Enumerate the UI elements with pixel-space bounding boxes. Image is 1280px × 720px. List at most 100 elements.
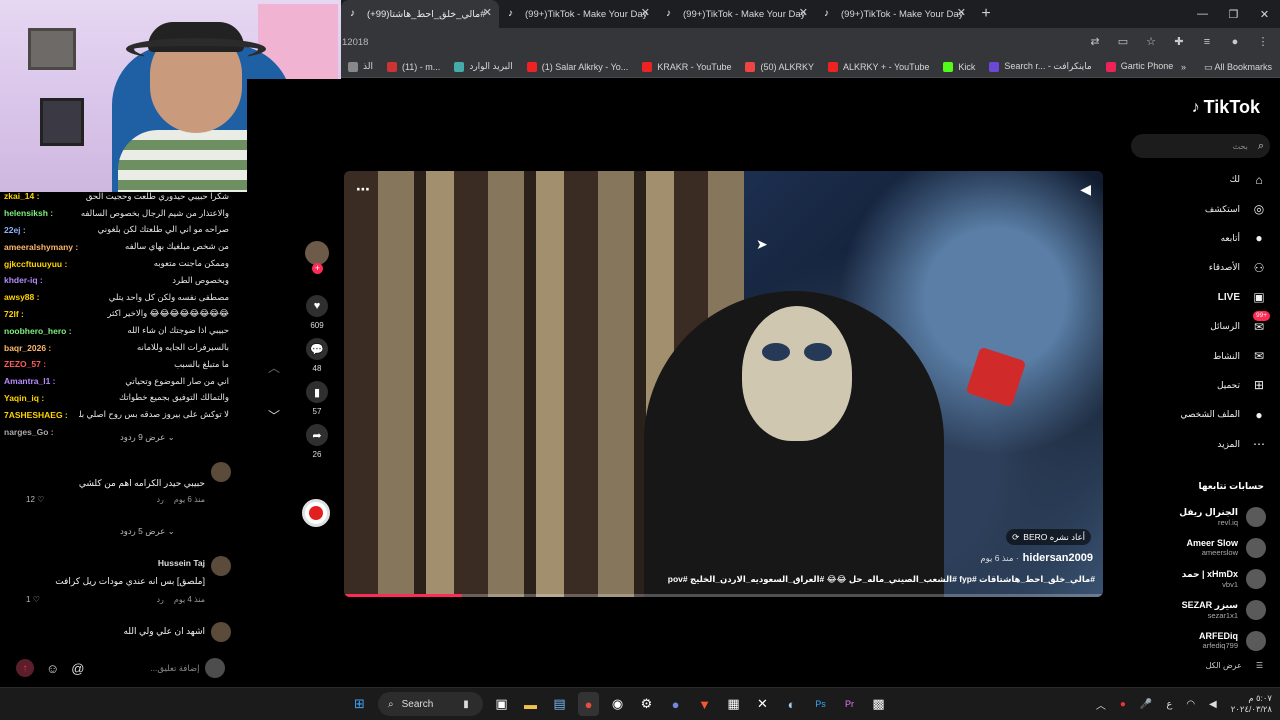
follow-plus-icon[interactable]: + (312, 263, 323, 274)
video-player[interactable]: ⋯ ◀ ⟳ BERO أعاد نشره hidersan2009 · منذ 6 … (344, 171, 1103, 597)
comment-likes[interactable]: 1 ♡ (26, 595, 40, 604)
bookmark-item[interactable]: الذ (341, 61, 380, 72)
more-icon[interactable]: ⋯ (356, 181, 370, 198)
view-replies-button[interactable]: عرض 5 ردود ⌄ (120, 526, 175, 537)
volume-icon[interactable]: ◀ (1209, 699, 1217, 710)
translate-icon[interactable]: ⇄ (1088, 35, 1102, 49)
minimize-icon[interactable]: — (1187, 0, 1218, 28)
bookmark-item[interactable]: Kick (936, 61, 982, 72)
video-author[interactable]: hidersan2009 · منذ 6 يوم (980, 552, 1093, 564)
chevron-down-icon[interactable]: ﹀ (267, 407, 281, 455)
following-item[interactable]: SEZAR سيزر sezar1x1 (1131, 594, 1266, 625)
media-icon[interactable]: ≡ (1200, 35, 1214, 49)
close-icon[interactable]: ✕ (641, 7, 650, 19)
volume-icon[interactable]: ◀ (1080, 181, 1091, 198)
capcut-icon[interactable]: ✕ (752, 692, 773, 716)
windows-start-icon[interactable]: ⊞ (349, 692, 370, 716)
search-icon[interactable]: ⌕ (1258, 140, 1264, 153)
reply-button[interactable]: رد (156, 495, 163, 504)
following-item[interactable]: الجنرال ريفل revl.iq (1131, 501, 1266, 532)
cast-icon[interactable]: ▭ (1116, 35, 1130, 49)
new-tab-button[interactable]: + (973, 0, 999, 28)
chevron-right-icon[interactable]: » (1181, 62, 1186, 72)
comment-likes[interactable]: 12 ♡ (26, 495, 44, 504)
brave-icon[interactable]: ▼ (694, 692, 715, 716)
sidebar-item-home[interactable]: لك ⌂ (1128, 165, 1268, 194)
comment-button[interactable]: 💬 48 (302, 338, 332, 373)
following-item[interactable]: ARFEDiq arfediq799 (1131, 625, 1266, 656)
language-indicator[interactable]: ع (1166, 699, 1172, 710)
app-icon[interactable]: ▩ (868, 692, 889, 716)
chevron-up-icon[interactable]: ︿ (267, 359, 281, 407)
emoji-icon[interactable]: ☺ (46, 661, 59, 676)
clock[interactable]: ٥:٠٧ م ٢٠٢٤/٠٣/٢٨ (1231, 693, 1272, 715)
close-window-icon[interactable]: ✕ (1249, 0, 1280, 28)
close-icon[interactable]: ✕ (483, 7, 492, 19)
maximize-icon[interactable]: ❐ (1218, 0, 1249, 28)
media-app-icon[interactable]: ▦ (723, 692, 744, 716)
repost-badge[interactable]: ⟳ BERO أعاد نشره (1006, 529, 1091, 545)
bookmark-item[interactable]: (50) ALKRKY (738, 61, 821, 72)
sidebar-item-upload[interactable]: تحميل ⊞ (1128, 371, 1268, 400)
sidebar-item-activity[interactable]: النشاط ✉ (1128, 341, 1268, 370)
tab-active[interactable]: ♪ مالي_خلق_احط_هاشتا(99+)# ✕ (341, 0, 499, 28)
menu-icon[interactable]: ⋮ (1256, 35, 1270, 49)
share-button[interactable]: ➦ 26 (302, 424, 332, 459)
taskbar-search[interactable]: ⌕ Search ▮ (378, 692, 483, 716)
microphone-icon[interactable]: 🎤 (1140, 699, 1152, 710)
url-text[interactable]: 12018 (342, 37, 368, 48)
file-explorer-icon[interactable]: ▬ (520, 692, 541, 716)
tab[interactable]: ♪ (99+)TikTok - Make Your Day ✕ (499, 0, 657, 28)
reply-button[interactable]: رد (156, 595, 163, 604)
tab[interactable]: ♪ (99+)TikTok - Make Your Day ✕ (815, 0, 973, 28)
sidebar-item-messages[interactable]: الرسائل ✉ 99+ (1128, 310, 1271, 341)
sidebar-item-more[interactable]: المزيد ⋯ (1128, 430, 1268, 459)
all-bookmarks[interactable]: ▭ All Bookmarks (1204, 62, 1272, 73)
store-icon[interactable]: ▤ (549, 692, 570, 716)
bookmark-item[interactable]: (11) - m... (380, 61, 447, 72)
see-all-button[interactable]: عرض الكل ☰ (1206, 661, 1263, 670)
send-icon[interactable]: ↑ (16, 659, 34, 677)
settings-icon[interactable]: ⚙ (636, 692, 657, 716)
avatar[interactable] (211, 462, 231, 482)
close-icon[interactable]: ✕ (957, 7, 966, 19)
bookmark-item[interactable]: البريد الوارد (447, 61, 519, 72)
sidebar-item-compass[interactable]: استكشف ◎ (1128, 194, 1268, 223)
close-icon[interactable]: ✕ (799, 7, 808, 19)
tab[interactable]: ♪ (99+)TikTok - Make Your Day ✕ (657, 0, 815, 28)
sidebar-item-friends[interactable]: الأصدقاء ⚇ (1128, 253, 1268, 282)
premiere-icon[interactable]: Pr (839, 692, 860, 716)
bookmark-item[interactable]: ALKRKY + - YouTube (821, 61, 936, 72)
comment-input[interactable]: إضافة تعليق... (104, 663, 199, 674)
sidebar-item-avatar[interactable]: أتابعه ● (1128, 224, 1268, 253)
chevron-up-icon[interactable]: ︿ (1096, 697, 1106, 712)
discord-icon[interactable]: ● (665, 692, 686, 716)
comment-user[interactable]: Hussein Taj (158, 558, 205, 568)
steam-icon[interactable]: ◐ (781, 692, 802, 716)
chrome-icon[interactable]: ● (578, 692, 599, 716)
author-avatar[interactable] (305, 241, 329, 265)
profile-icon[interactable]: ● (1228, 35, 1242, 49)
mention-icon[interactable]: @ (71, 661, 84, 676)
search-input[interactable]: بحث ⌕ (1131, 134, 1270, 158)
avatar[interactable] (211, 622, 231, 642)
tray-app-icon[interactable]: ● (1120, 699, 1126, 710)
bookmark-item[interactable]: Search r... - ماينكرافت (982, 61, 1098, 72)
bookmark-item[interactable]: (1) Salar Alkrky - Yo... (520, 61, 636, 72)
following-item[interactable]: حمد | xHmDx vbv1 (1131, 563, 1266, 594)
bookmark-item[interactable]: KRAKR - YouTube (635, 61, 738, 72)
sidebar-item-live[interactable]: LIVE ▣ (1128, 283, 1268, 312)
video-progress[interactable] (344, 594, 1103, 597)
music-disc-icon[interactable] (302, 499, 330, 527)
avatar[interactable] (211, 556, 231, 576)
task-view-icon[interactable]: ▣ (491, 692, 512, 716)
view-replies-button[interactable]: عرض 9 ردود ⌄ (120, 432, 175, 443)
extensions-icon[interactable]: ✚ (1172, 35, 1186, 49)
photoshop-icon[interactable]: Ps (810, 692, 831, 716)
like-button[interactable]: ♥ 609 (302, 295, 332, 330)
sidebar-item-profile[interactable]: الملف الشخصي ● (1128, 400, 1268, 429)
address-bar[interactable]: 12018 ⇄ ▭ ☆ ✚ ≡ ● ⋮ (341, 28, 1280, 56)
wifi-icon[interactable]: ◠ (1186, 699, 1195, 710)
obs-icon[interactable]: ◉ (607, 692, 628, 716)
star-icon[interactable]: ☆ (1144, 35, 1158, 49)
